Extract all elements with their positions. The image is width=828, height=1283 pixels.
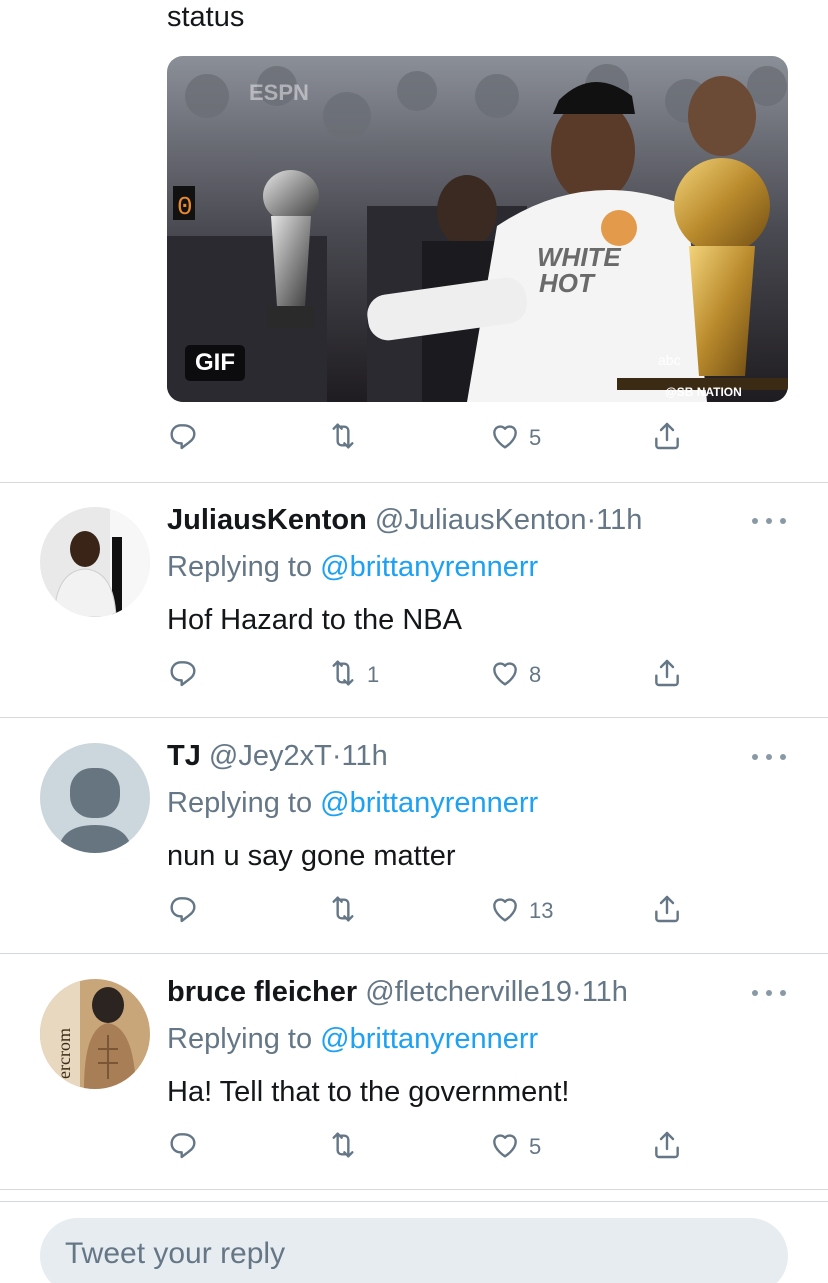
mention-link[interactable]: @brittanyrennerr xyxy=(320,551,538,583)
handle[interactable]: @JuliausKenton xyxy=(375,504,587,536)
share-button[interactable] xyxy=(651,418,691,458)
like-button[interactable]: 5 xyxy=(489,418,541,458)
tweet-actions: 13 xyxy=(167,891,707,931)
mention-link[interactable]: @brittanyrennerr xyxy=(320,787,538,819)
retweet-count: 1 xyxy=(367,662,380,687)
tweet-text-tail: status xyxy=(167,1,245,33)
svg-text:@SB NATION: @SB NATION xyxy=(665,385,742,399)
like-icon xyxy=(489,420,521,457)
svg-text:ESPN: ESPN xyxy=(249,80,309,105)
retweet-icon xyxy=(327,1129,359,1166)
like-button[interactable]: 8 xyxy=(489,655,541,695)
avatar[interactable] xyxy=(40,507,150,617)
share-button[interactable] xyxy=(651,1127,691,1167)
share-icon xyxy=(651,1129,683,1166)
tweet-text: nun u say gone matter xyxy=(167,840,456,872)
reply-icon xyxy=(167,893,199,930)
share-icon xyxy=(651,893,683,930)
retweet-icon xyxy=(327,893,359,930)
retweet-button[interactable]: 1 xyxy=(327,655,379,695)
like-icon xyxy=(489,893,521,930)
replying-to: Replying to @brittanyrennerr xyxy=(167,551,539,583)
tweet-header: JuliausKenton @JuliausKenton·11h xyxy=(167,504,643,536)
divider xyxy=(0,1189,828,1190)
reply-tweet[interactable]: JuliausKenton @JuliausKenton·11h Replyin… xyxy=(0,483,828,717)
tweet-header: TJ @Jey2xT·11h xyxy=(167,740,388,772)
retweet-button[interactable] xyxy=(327,418,367,458)
reply-tweet[interactable]: TJ @Jey2xT·11h Replying to @brittanyrenn… xyxy=(0,718,828,953)
retweet-icon xyxy=(327,420,359,457)
like-button[interactable]: 5 xyxy=(489,1127,541,1167)
mention-link[interactable]: @brittanyrennerr xyxy=(320,1023,538,1055)
gif-badge: GIF xyxy=(185,345,245,381)
like-count: 13 xyxy=(529,898,554,923)
more-icon[interactable] xyxy=(752,751,786,763)
svg-text:HOT: HOT xyxy=(539,268,596,298)
gif-image: WHITE HOT 0 ESPN abc @SB NATION xyxy=(167,56,788,402)
reply-button[interactable] xyxy=(167,1127,207,1167)
tweet-actions: 1 8 xyxy=(167,655,707,695)
share-button[interactable] xyxy=(651,891,691,931)
avatar[interactable] xyxy=(40,743,150,853)
like-icon xyxy=(489,1129,521,1166)
svg-text:abc: abc xyxy=(658,352,681,368)
timestamp[interactable]: 11h xyxy=(582,976,628,1008)
share-icon xyxy=(651,657,683,694)
replying-to: Replying to @brittanyrennerr xyxy=(167,787,539,819)
tweet-actions: 5 xyxy=(167,1127,707,1167)
retweet-button[interactable] xyxy=(327,891,367,931)
share-icon xyxy=(651,420,683,457)
timestamp[interactable]: 11h xyxy=(342,740,388,772)
handle[interactable]: @Jey2xT xyxy=(209,740,332,772)
reply-button[interactable] xyxy=(167,418,207,458)
tweet-header: bruce fleicher @fletcherville19·11h xyxy=(167,976,628,1008)
handle[interactable]: @fletcherville19 xyxy=(365,976,572,1008)
gif-media[interactable]: WHITE HOT 0 ESPN abc @SB NATION GIF xyxy=(167,56,788,402)
display-name[interactable]: TJ xyxy=(167,740,201,772)
reply-icon xyxy=(167,420,199,457)
reply-input[interactable] xyxy=(40,1218,788,1283)
reply-tweet[interactable]: ercrom bruce fleicher @fletcherville19·1… xyxy=(0,954,828,1189)
reply-button[interactable] xyxy=(167,891,207,931)
tweet-text: Hof Hazard to the NBA xyxy=(167,604,462,636)
svg-text:ercrom: ercrom xyxy=(54,1028,74,1079)
reply-icon xyxy=(167,657,199,694)
avatar[interactable]: ercrom xyxy=(40,979,150,1089)
reply-button[interactable] xyxy=(167,655,207,695)
more-icon[interactable] xyxy=(752,515,786,527)
svg-text:0: 0 xyxy=(177,192,193,222)
divider xyxy=(0,1201,828,1202)
display-name[interactable]: JuliausKenton xyxy=(167,504,367,536)
retweet-button[interactable] xyxy=(327,1127,367,1167)
like-button[interactable]: 13 xyxy=(489,891,553,931)
like-count: 5 xyxy=(529,425,542,450)
timestamp[interactable]: 11h xyxy=(596,504,642,536)
like-count: 8 xyxy=(529,662,542,687)
reply-icon xyxy=(167,1129,199,1166)
reply-composer[interactable] xyxy=(40,1218,788,1283)
tweet-text: Ha! Tell that to the government! xyxy=(167,1076,570,1108)
display-name[interactable]: bruce fleicher xyxy=(167,976,357,1008)
share-button[interactable] xyxy=(651,655,691,695)
like-icon xyxy=(489,657,521,694)
like-count: 5 xyxy=(529,1134,542,1159)
more-icon[interactable] xyxy=(752,987,786,999)
replying-to: Replying to @brittanyrennerr xyxy=(167,1023,539,1055)
retweet-icon xyxy=(327,657,359,694)
tweet-actions: 5 xyxy=(167,418,707,458)
